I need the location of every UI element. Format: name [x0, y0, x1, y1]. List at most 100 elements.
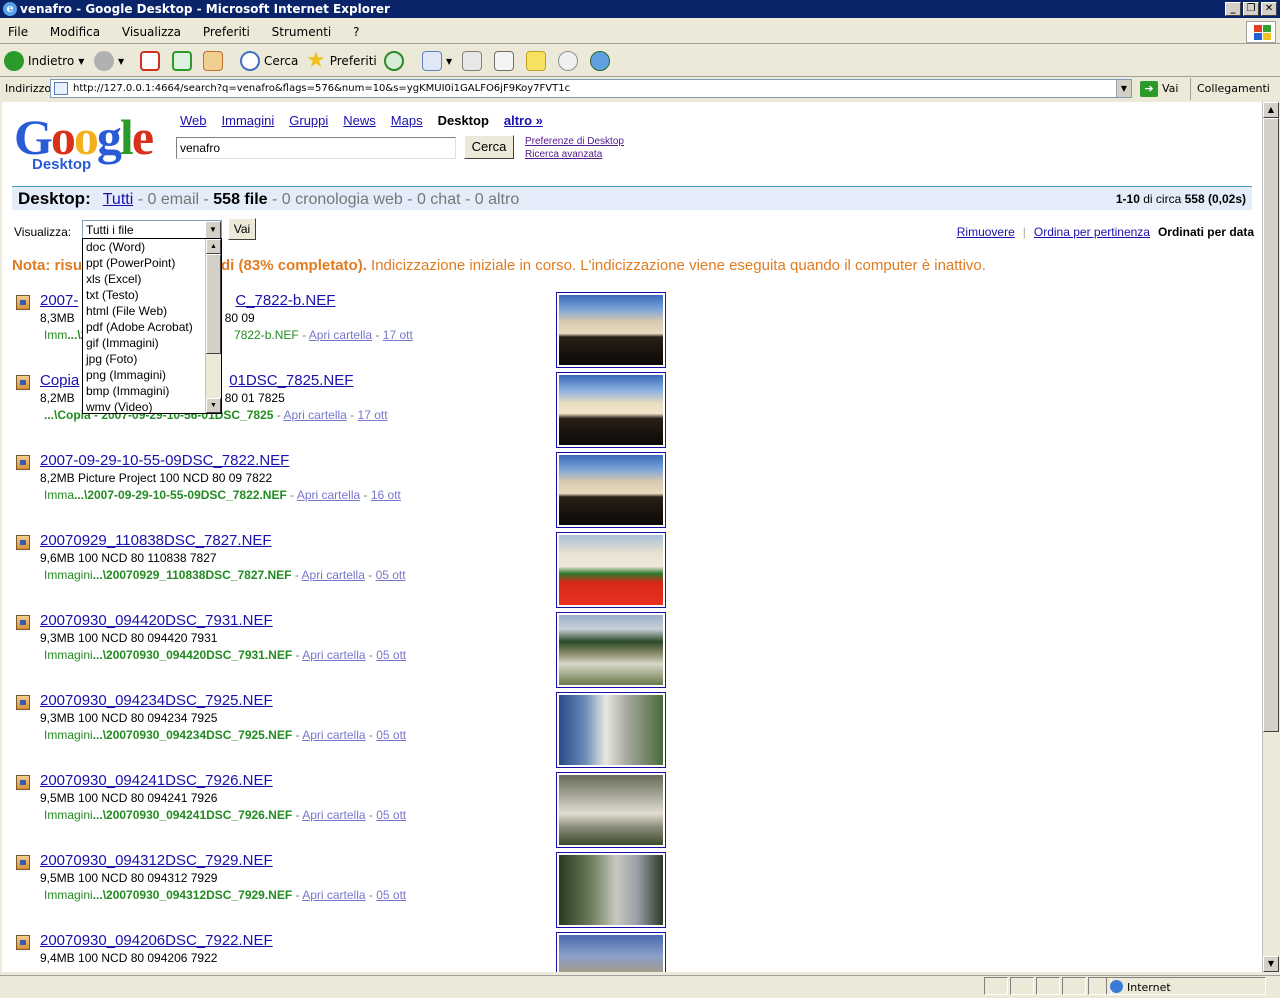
open-folder-link[interactable]: Apri cartella	[302, 728, 365, 742]
result-thumbnail[interactable]	[556, 372, 666, 448]
result-title-link[interactable]: 20070930_094420DSC_7931.NEF	[40, 612, 273, 629]
page-scrollbar[interactable]: ▲ ▼	[1262, 102, 1279, 972]
minimize-button[interactable]: _	[1225, 2, 1241, 16]
mail-dropdown-icon[interactable]: ▼	[446, 57, 452, 66]
result-date-link[interactable]: 05 ott	[376, 888, 406, 902]
address-dropdown-icon[interactable]: ▼	[1116, 80, 1131, 97]
tab-maps[interactable]: Maps	[391, 113, 423, 128]
links-button[interactable]: Collegamenti	[1190, 78, 1270, 100]
forward-button[interactable]: ▼	[94, 49, 124, 73]
file-type-dropdown-list[interactable]: doc (Word) ppt (PowerPoint) xls (Excel) …	[82, 238, 222, 414]
address-url[interactable]: http://127.0.0.1:4664/search?q=venafro&f…	[73, 83, 570, 94]
advanced-search-link[interactable]: Ricerca avanzata	[525, 148, 624, 161]
result-date-link[interactable]: 17 ott	[383, 328, 413, 342]
open-folder-link[interactable]: Apri cartella	[309, 328, 372, 342]
history-button[interactable]	[384, 49, 404, 73]
result-date-link[interactable]: 05 ott	[376, 728, 406, 742]
dropdown-option[interactable]: html (File Web)	[83, 303, 221, 319]
sort-by-relevance-link[interactable]: Ordina per pertinenza	[1034, 222, 1150, 242]
tab-more[interactable]: altro »	[504, 113, 543, 128]
menu-modifica[interactable]: Modifica	[50, 25, 100, 39]
file-type-select[interactable]: Tutti i file ▼	[82, 220, 222, 240]
menu-help[interactable]: ?	[353, 25, 359, 39]
address-input[interactable]: http://127.0.0.1:4664/search?q=venafro&f…	[50, 79, 1132, 98]
result-title-link[interactable]: 2007-09-29-10-55-09DSC_7822.NEF	[40, 452, 289, 469]
result-date-link[interactable]: 17 ott	[358, 408, 388, 422]
desktop-preferences-link[interactable]: Preferenze di Desktop	[525, 135, 624, 148]
result-thumbnail[interactable]	[556, 692, 666, 768]
result-thumbnail[interactable]	[556, 932, 666, 972]
open-folder-link[interactable]: Apri cartella	[302, 808, 365, 822]
messenger-button[interactable]	[590, 49, 610, 73]
menu-file[interactable]: File	[8, 25, 28, 39]
forward-dropdown-icon[interactable]: ▼	[118, 57, 124, 66]
result-thumbnail[interactable]	[556, 292, 666, 368]
scroll-down-icon[interactable]: ▼	[206, 398, 221, 413]
refresh-button[interactable]	[172, 49, 192, 73]
dropdown-option[interactable]: xls (Excel)	[83, 271, 221, 287]
scroll-down-icon[interactable]: ▼	[1263, 956, 1279, 972]
search-input[interactable]: venafro	[176, 137, 456, 159]
tab-web[interactable]: Web	[180, 113, 207, 128]
tab-images[interactable]: Immagini	[222, 113, 275, 128]
go-button[interactable]: ➔ Vai	[1140, 80, 1178, 98]
print-button[interactable]	[462, 49, 482, 73]
dropdown-option[interactable]: pdf (Adobe Acrobat)	[83, 319, 221, 335]
menu-visualizza[interactable]: Visualizza	[122, 25, 181, 39]
dropdown-scrollbar[interactable]: ▲ ▼	[205, 239, 221, 413]
result-title-link[interactable]: 20070929_110838DSC_7827.NEF	[40, 532, 272, 549]
result-title-link[interactable]: 20070930_094312DSC_7929.NEF	[40, 852, 273, 869]
tab-groups[interactable]: Gruppi	[289, 113, 328, 128]
search-button[interactable]: Cerca	[464, 135, 514, 159]
result-title-link[interactable]: 20070930_094241DSC_7926.NEF	[40, 772, 273, 789]
result-date-link[interactable]: 05 ott	[376, 568, 406, 582]
dropdown-option[interactable]: gif (Immagini)	[83, 335, 221, 351]
open-folder-link[interactable]: Apri cartella	[302, 648, 365, 662]
view-go-button[interactable]: Vai	[228, 218, 256, 240]
close-button[interactable]: ✕	[1261, 2, 1277, 16]
google-desktop-logo[interactable]: Google Desktop	[14, 112, 164, 174]
remove-link[interactable]: Rimuovere	[957, 222, 1015, 242]
result-title-link[interactable]: 20070930_094206DSC_7922.NEF	[40, 932, 273, 949]
dropdown-option[interactable]: txt (Testo)	[83, 287, 221, 303]
notes-button[interactable]	[526, 49, 546, 73]
research-button[interactable]	[558, 49, 578, 73]
open-folder-link[interactable]: Apri cartella	[302, 568, 365, 582]
result-title-link[interactable]: 20070930_094234DSC_7925.NEF	[40, 692, 273, 709]
category-all-link[interactable]: Tutti	[103, 191, 134, 208]
edit-button[interactable]	[494, 49, 514, 73]
mail-button[interactable]: ▼	[422, 49, 452, 73]
restore-button[interactable]: ❐	[1243, 2, 1259, 16]
result-thumbnail[interactable]	[556, 852, 666, 928]
dropdown-option[interactable]: bmp (Immagini)	[83, 383, 221, 399]
result-thumbnail[interactable]	[556, 532, 666, 608]
tab-news[interactable]: News	[343, 113, 376, 128]
open-folder-link[interactable]: Apri cartella	[302, 888, 365, 902]
back-dropdown-icon[interactable]: ▼	[78, 57, 84, 66]
favorites-button[interactable]: ★ Preferiti	[306, 49, 377, 73]
select-arrow-icon[interactable]: ▼	[205, 221, 221, 239]
dropdown-option[interactable]: doc (Word)	[83, 239, 221, 255]
home-button[interactable]	[203, 49, 223, 73]
dropdown-option[interactable]: ppt (PowerPoint)	[83, 255, 221, 271]
dropdown-option[interactable]: jpg (Foto)	[83, 351, 221, 367]
scroll-up-icon[interactable]: ▲	[206, 239, 221, 254]
result-thumbnail[interactable]	[556, 612, 666, 688]
dropdown-option[interactable]: wmv (Video)	[83, 399, 221, 413]
scroll-up-icon[interactable]: ▲	[1263, 102, 1279, 118]
result-thumbnail[interactable]	[556, 772, 666, 848]
back-button[interactable]: Indietro ▼	[4, 49, 84, 73]
open-folder-link[interactable]: Apri cartella	[297, 488, 360, 502]
menu-preferiti[interactable]: Preferiti	[203, 25, 250, 39]
dropdown-option[interactable]: png (Immagini)	[83, 367, 221, 383]
result-thumbnail[interactable]	[556, 452, 666, 528]
result-date-link[interactable]: 16 ott	[371, 488, 401, 502]
stop-button[interactable]	[140, 49, 160, 73]
result-date-link[interactable]: 05 ott	[376, 648, 406, 662]
scroll-thumb[interactable]	[206, 254, 221, 354]
open-folder-link[interactable]: Apri cartella	[283, 408, 346, 422]
result-date-link[interactable]: 05 ott	[376, 808, 406, 822]
menu-strumenti[interactable]: Strumenti	[272, 25, 332, 39]
scroll-thumb[interactable]	[1263, 118, 1279, 732]
search-button[interactable]: Cerca	[240, 49, 298, 73]
